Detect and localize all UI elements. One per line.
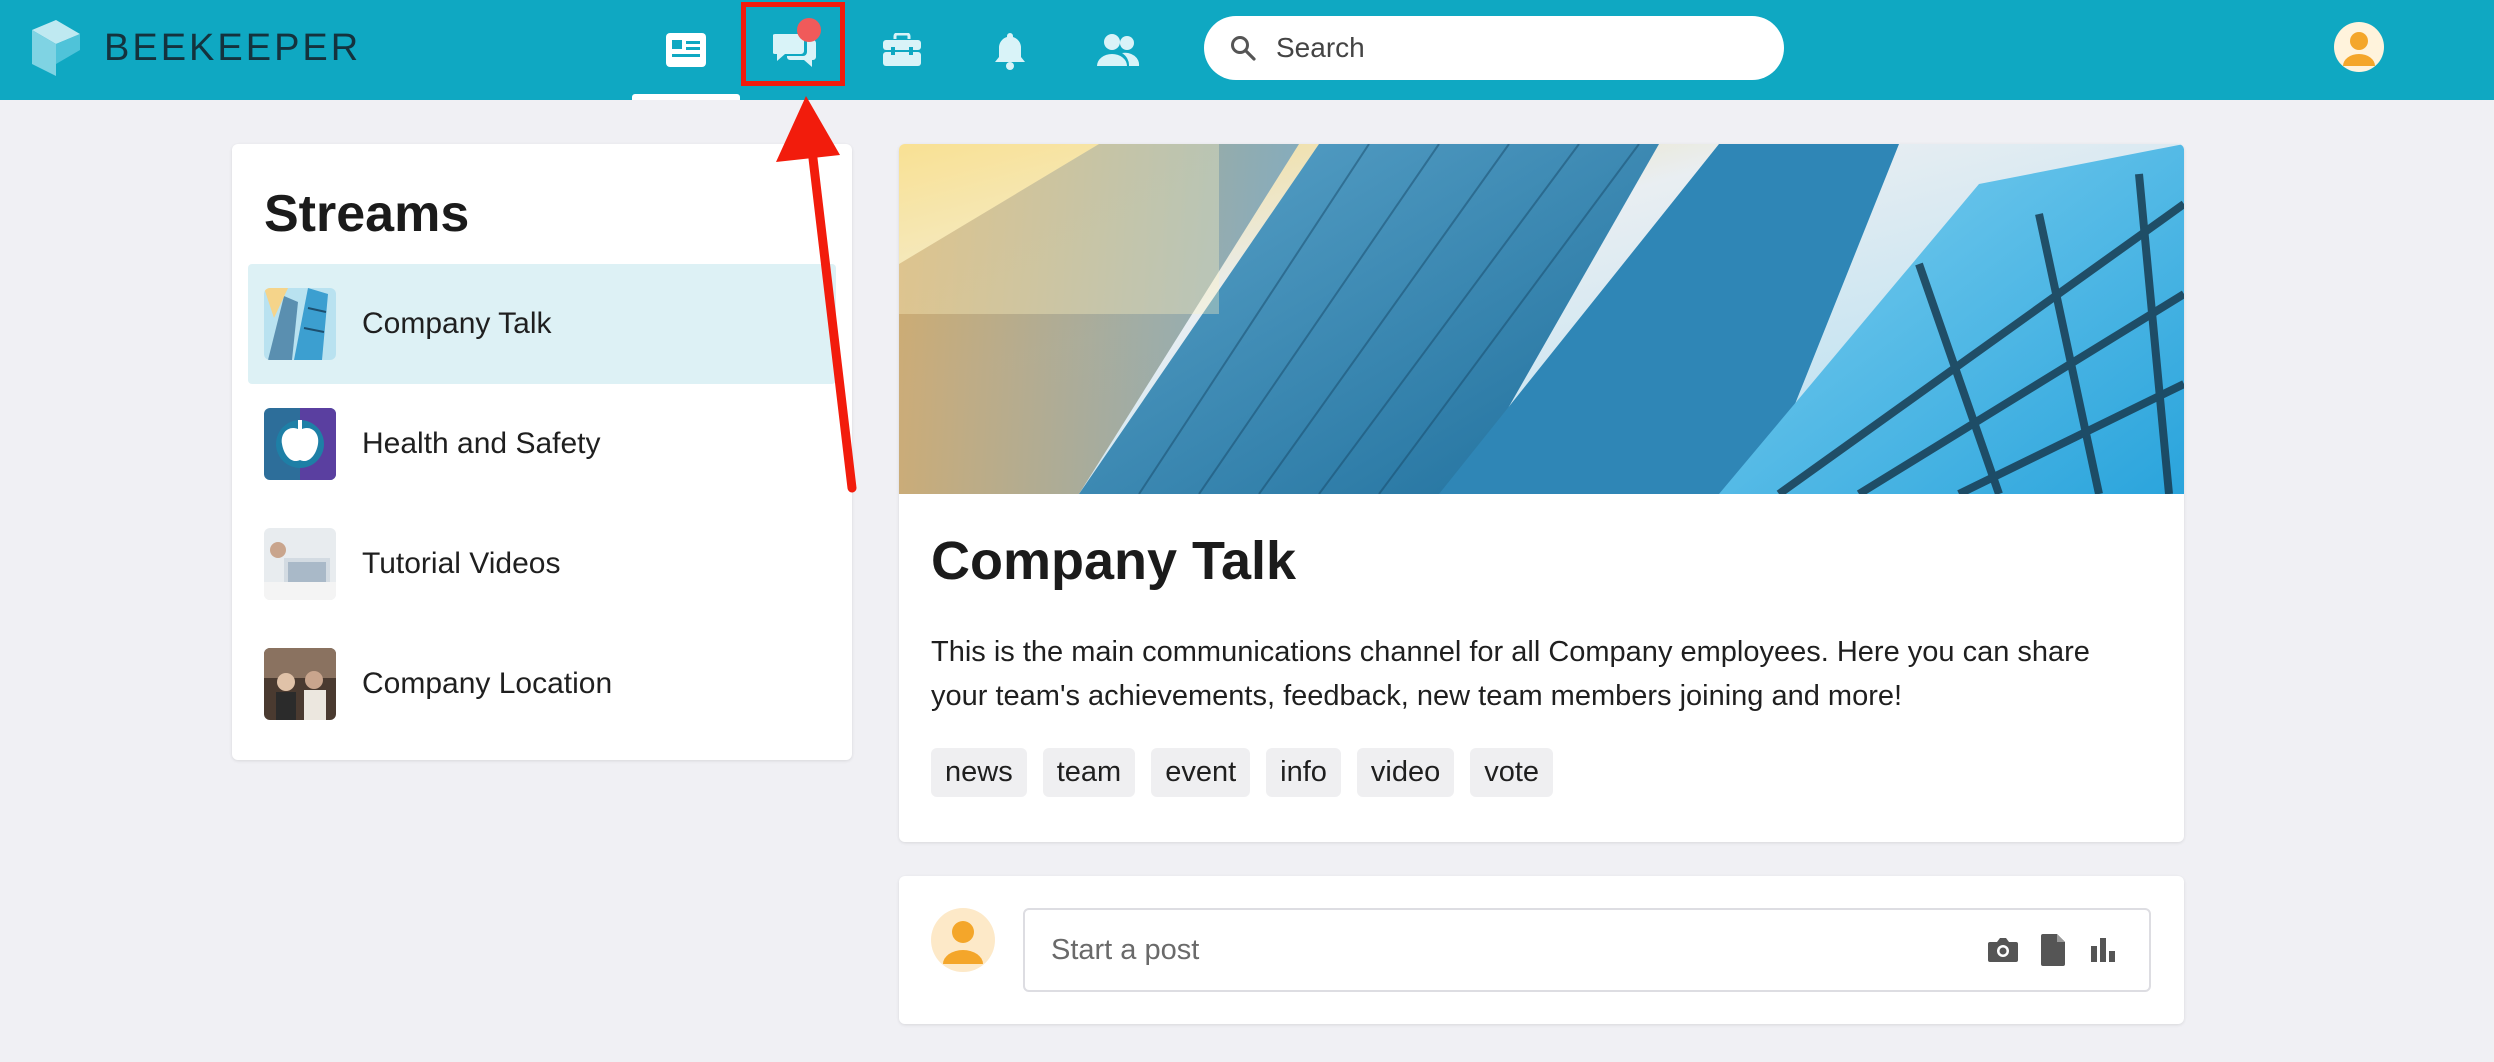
stream-item-company-talk[interactable]: Company Talk [248,264,836,384]
composer-actions [1987,910,2117,990]
stream-thumbnail-health-and-safety [264,408,336,480]
stream-detail-card: Company Talk This is the main communicat… [899,144,2184,842]
tag-vote[interactable]: vote [1470,748,1554,797]
post-composer [899,876,2184,1024]
search-bar[interactable] [1204,16,1784,80]
user-avatar-icon [943,921,983,964]
nav-chats[interactable] [741,0,849,100]
post-input-box[interactable] [1023,908,2151,992]
tag-video[interactable]: video [1356,748,1455,797]
nav-notifications[interactable] [956,0,1064,100]
chat-notification-badge [797,18,821,42]
nav-tools[interactable] [848,0,956,100]
stream-thumbnail-tutorial-videos [264,528,336,600]
streams-panel: Streams Company Talk Health and Safety T… [232,144,852,760]
stream-item-tutorial-videos[interactable]: Tutorial Videos [248,504,836,624]
stream-item-company-location[interactable]: Company Location [248,624,836,744]
people-icon [1097,34,1140,66]
stream-cover-image [899,144,2184,494]
tag-team[interactable]: team [1042,748,1136,797]
search-icon [1231,36,1256,61]
stream-thumbnail-company-location [264,648,336,720]
composer-avatar [931,908,995,972]
toolbox-icon [883,33,921,66]
stream-label: Company Location [362,667,613,700]
tag-news[interactable]: news [931,748,1027,797]
nav-active-indicator [632,94,740,100]
profile-avatar[interactable] [2334,22,2384,72]
document-icon[interactable] [2041,934,2067,966]
search-input[interactable] [1274,31,1758,65]
bell-icon [995,33,1025,70]
stream-description: This is the main communications channel … [931,636,2090,712]
stream-item-health-and-safety[interactable]: Health and Safety [248,384,836,504]
stream-label: Health and Safety [362,427,601,460]
stream-tags: news team event info video vote [931,748,1554,797]
top-navigation-bar: BEEKEEPER [0,0,2494,100]
stream-title: Company Talk [931,531,1297,591]
nav-people[interactable] [1064,0,1172,100]
user-avatar-icon [2343,32,2375,66]
stream-label: Company Talk [362,307,552,340]
post-input[interactable] [1049,932,1933,968]
stream-label: Tutorial Videos [362,547,561,580]
app-logo[interactable]: BEEKEEPER [30,18,361,78]
feed-icon [666,33,706,67]
app-name: BEEKEEPER [104,26,362,69]
stream-thumbnail-company-talk [264,288,336,360]
streams-title: Streams [264,185,470,243]
tag-info[interactable]: info [1266,748,1341,797]
poll-icon[interactable] [2089,936,2117,964]
tag-event[interactable]: event [1151,748,1251,797]
beekeeper-logo-icon [32,20,80,76]
nav-home-feed[interactable] [632,0,740,100]
camera-icon[interactable] [1987,936,2019,964]
